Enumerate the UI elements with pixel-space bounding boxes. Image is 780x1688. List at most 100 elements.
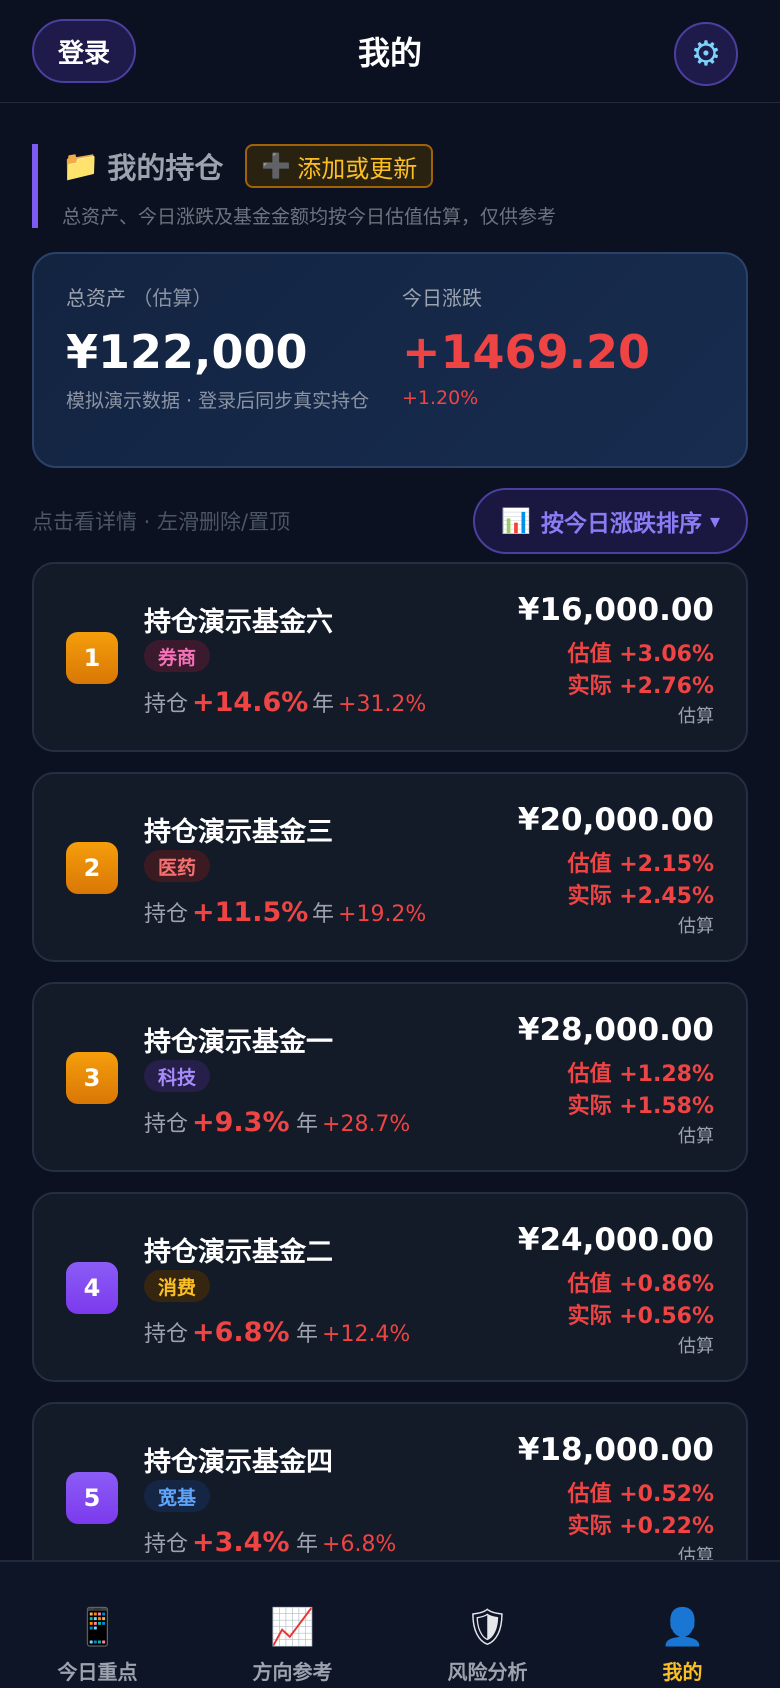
estimate-note: 估算 xyxy=(678,706,714,727)
holding-percent: +6.8% xyxy=(192,1317,290,1348)
total-assets-value: ¥122,000 xyxy=(66,325,308,379)
fund-name: 持仓演示基金二 xyxy=(144,1237,333,1268)
sector-tag: 科技 xyxy=(144,1060,211,1092)
annual-return: 年 +12.4% xyxy=(296,1316,410,1348)
gear-icon: ⚙ xyxy=(690,34,722,74)
estimated-change: 估值 +1.28% xyxy=(567,1062,714,1087)
holding-label: 持仓 xyxy=(144,692,189,717)
estimated-change: 估值 +0.86% xyxy=(567,1272,714,1297)
rank-badge: 3 xyxy=(66,1052,118,1104)
top-bar: 登录 我的 ⚙ xyxy=(0,0,780,103)
rank-badge: 5 xyxy=(66,1472,118,1524)
folder-icon: 📁 xyxy=(62,148,100,184)
holding-label: 持仓 xyxy=(144,1322,189,1347)
annual-return: 年 +6.8% xyxy=(296,1526,396,1558)
holding-return: 持仓 +6.8% xyxy=(144,1316,290,1348)
tab-today-focus[interactable]: 📱 今日重点 xyxy=(0,1562,195,1688)
annual-percent: +28.7% xyxy=(322,1112,411,1137)
annual-label: 年 xyxy=(296,1112,319,1137)
tab-label: 方向参考 xyxy=(252,1660,333,1684)
fund-amount: ¥24,000.00 xyxy=(517,1222,714,1258)
actual-change: 实际 +0.22% xyxy=(567,1514,714,1539)
app-screen: 登录 我的 ⚙ 📁 我的持仓 ➕ 添加或更新 总资产、今日涨跌及基金金额均按今日… xyxy=(0,0,780,1688)
tab-mine[interactable]: 👤 我的 xyxy=(585,1562,780,1688)
fund-name: 持仓演示基金三 xyxy=(144,817,333,848)
today-change-value: +1469.20 xyxy=(402,325,651,379)
fund-card[interactable]: 3 持仓演示基金一 科技 持仓 +9.3% 年 +28.7% ¥28,000.00 … xyxy=(32,982,748,1172)
holding-return: 持仓 +3.4% xyxy=(144,1526,290,1558)
holding-percent: +11.5% xyxy=(192,897,309,928)
rank-badge: 1 xyxy=(66,632,118,684)
add-or-update-button[interactable]: ➕ 添加或更新 xyxy=(245,144,434,188)
fund-card[interactable]: 2 持仓演示基金三 医药 持仓 +11.5% 年 +19.2% ¥20,000.00… xyxy=(32,772,748,962)
annual-percent: +31.2% xyxy=(338,692,427,717)
plus-icon: ➕ xyxy=(261,152,292,180)
tab-risk-analysis[interactable]: 🛡 风险分析 xyxy=(390,1562,585,1688)
actual-change: 实际 +2.45% xyxy=(567,884,714,909)
list-hint: 点击看详情 · 左滑删除/置顶 xyxy=(32,510,291,534)
holding-return: 持仓 +11.5% xyxy=(144,896,308,928)
sort-label: 按今日涨跌排序 xyxy=(540,511,702,537)
sort-button[interactable]: 📊 按今日涨跌排序 ▾ xyxy=(473,488,748,554)
user-icon: 👤 xyxy=(660,1607,705,1648)
annual-return: 年 +31.2% xyxy=(312,686,426,718)
holding-label: 持仓 xyxy=(144,1532,189,1557)
actual-change: 实际 +2.76% xyxy=(567,674,714,699)
holding-percent: +14.6% xyxy=(192,687,309,718)
total-assets-label: 总资产 （估算） xyxy=(66,282,376,311)
annual-percent: +12.4% xyxy=(322,1322,411,1347)
bar-chart-icon: 📊 xyxy=(501,507,531,535)
rank-badge: 2 xyxy=(66,842,118,894)
estimate-note: 估算 xyxy=(678,1126,714,1147)
rank-badge: 4 xyxy=(66,1262,118,1314)
page-title: 我的 xyxy=(357,34,422,72)
sector-tag: 券商 xyxy=(144,640,211,672)
tab-direction-reference[interactable]: 📈 方向参考 xyxy=(195,1562,390,1688)
annual-label: 年 xyxy=(312,692,335,717)
demo-data-note: 模拟演示数据 · 登录后同步真实持仓 xyxy=(66,390,370,412)
estimate-note: 估算 xyxy=(678,916,714,937)
holding-percent: +3.4% xyxy=(192,1527,290,1558)
holding-percent: +9.3% xyxy=(192,1107,290,1138)
fund-name: 持仓演示基金四 xyxy=(144,1447,333,1478)
estimated-change: 估值 +3.06% xyxy=(567,642,714,667)
annual-label: 年 xyxy=(312,902,335,927)
holding-label: 持仓 xyxy=(144,902,189,927)
tab-label: 今日重点 xyxy=(57,1660,138,1684)
holdings-section-header: 📁 我的持仓 ➕ 添加或更新 总资产、今日涨跌及基金金额均按今日估值估算，仅供参… xyxy=(32,144,748,228)
fund-name: 持仓演示基金一 xyxy=(144,1027,333,1058)
bottom-tab-bar: 📱 今日重点 📈 方向参考 🛡 风险分析 👤 我的 xyxy=(0,1560,780,1688)
summary-card: 总资产 （估算） ¥122,000 模拟演示数据 · 登录后同步真实持仓 今日涨… xyxy=(32,252,748,468)
settings-button[interactable]: ⚙ xyxy=(674,22,738,86)
actual-change: 实际 +1.58% xyxy=(567,1094,714,1119)
holding-return: 持仓 +14.6% xyxy=(144,686,308,718)
section-title: 我的持仓 xyxy=(107,151,224,185)
add-button-label: 添加或更新 xyxy=(297,154,418,183)
estimated-change: 估值 +2.15% xyxy=(567,852,714,877)
annual-percent: +19.2% xyxy=(338,902,427,927)
total-assets-label-sub: （估算） xyxy=(132,286,213,310)
section-subtitle: 总资产、今日涨跌及基金金额均按今日估值估算，仅供参考 xyxy=(62,206,557,228)
trend-chart-icon: 📈 xyxy=(270,1607,315,1648)
fund-amount: ¥18,000.00 xyxy=(517,1432,714,1468)
sector-tag: 医药 xyxy=(144,850,211,882)
holding-label: 持仓 xyxy=(144,1112,189,1137)
fund-amount: ¥28,000.00 xyxy=(517,1012,714,1048)
total-assets-label-text: 总资产 xyxy=(66,286,126,310)
fund-card[interactable]: 4 持仓演示基金二 消费 持仓 +6.8% 年 +12.4% ¥24,000.00 … xyxy=(32,1192,748,1382)
today-change-label: 今日涨跌 xyxy=(402,286,482,310)
annual-percent: +6.8% xyxy=(322,1532,397,1557)
annual-label: 年 xyxy=(296,1532,319,1557)
login-button[interactable]: 登录 xyxy=(32,19,136,83)
tab-label: 风险分析 xyxy=(447,1660,528,1684)
today-change-percent: +1.20% xyxy=(402,387,479,409)
annual-return: 年 +19.2% xyxy=(312,896,426,928)
estimated-change: 估值 +0.52% xyxy=(567,1482,714,1507)
sector-tag: 消费 xyxy=(144,1270,211,1302)
fund-card[interactable]: 1 持仓演示基金六 券商 持仓 +14.6% 年 +31.2% ¥16,000.00… xyxy=(32,562,748,752)
fund-amount: ¥16,000.00 xyxy=(517,592,714,628)
holding-return: 持仓 +9.3% xyxy=(144,1106,290,1138)
sector-tag: 宽基 xyxy=(144,1480,211,1512)
fund-amount: ¥20,000.00 xyxy=(517,802,714,838)
annual-label: 年 xyxy=(296,1322,319,1347)
